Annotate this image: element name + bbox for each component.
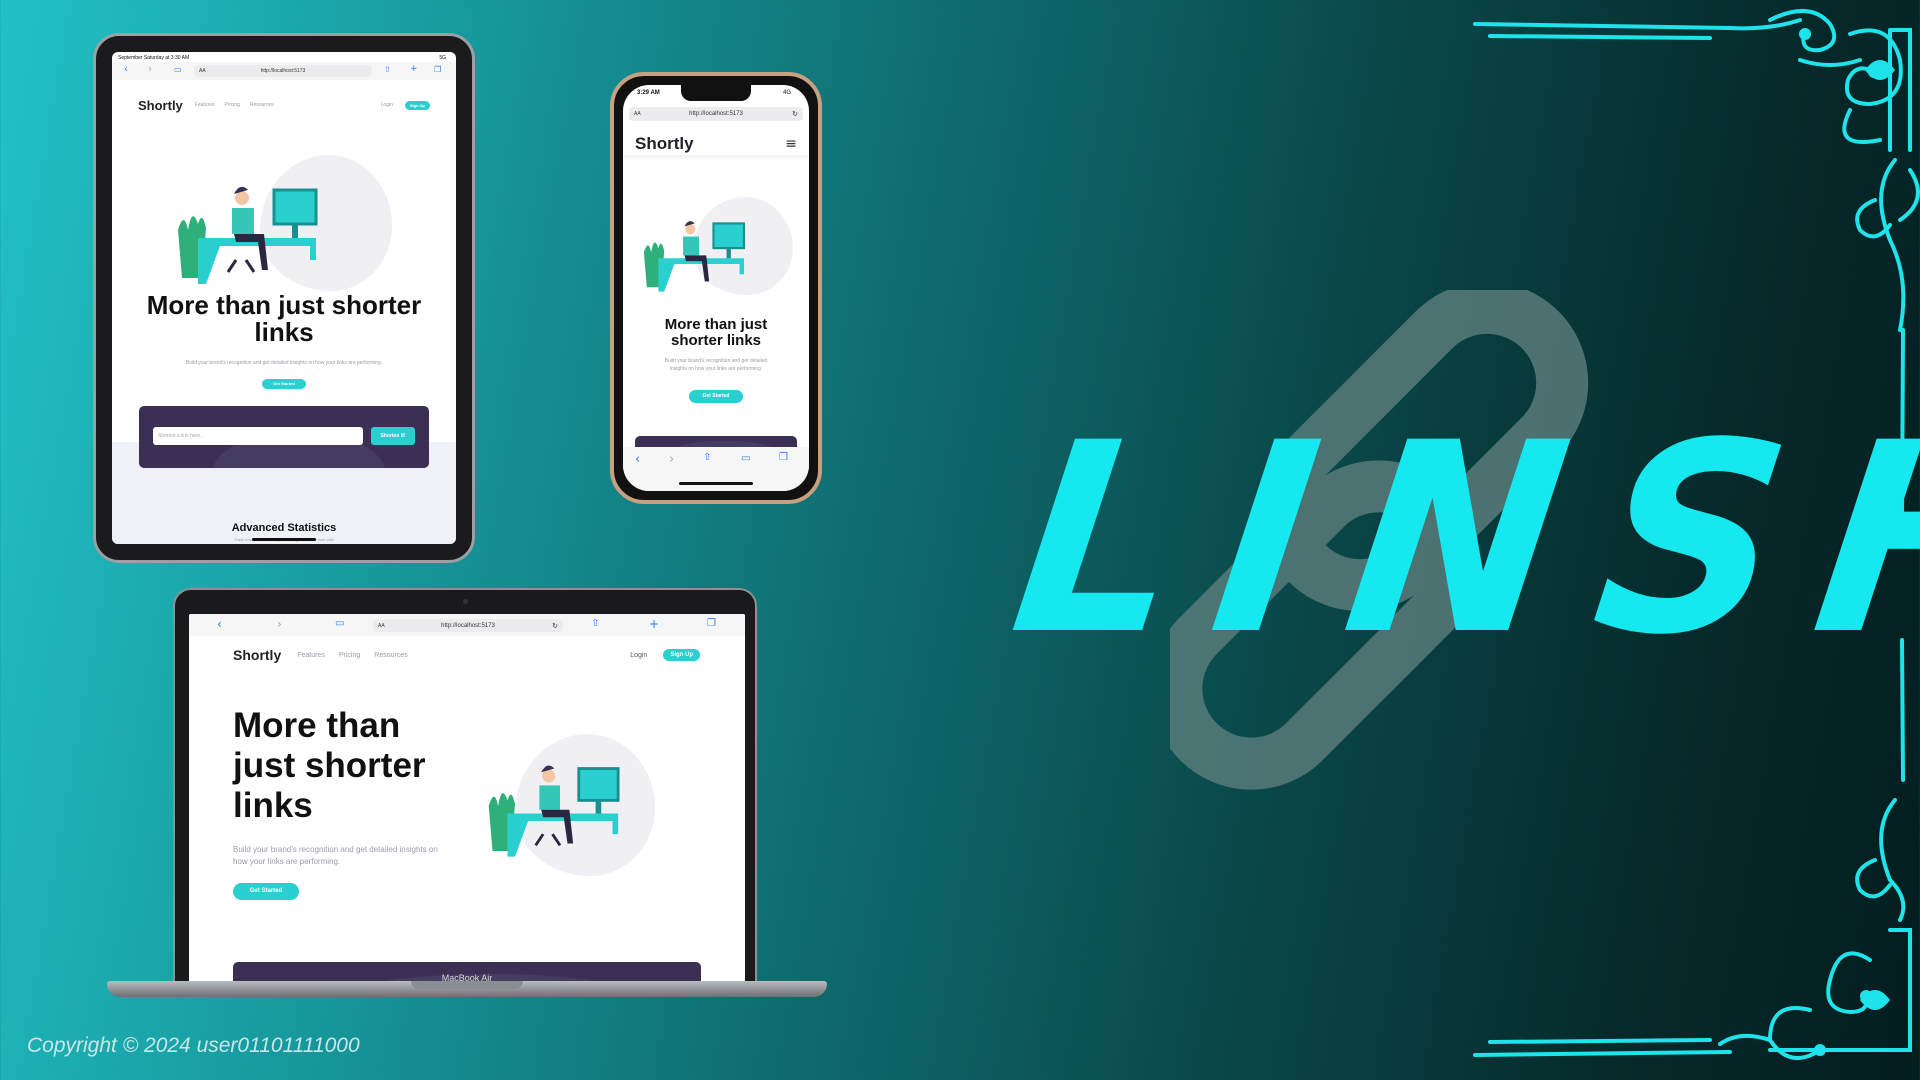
hero-description-line2: insights on how your links are performin… bbox=[669, 366, 763, 372]
hero-illustration bbox=[178, 186, 318, 284]
hero-description: Build your brand's recognition and get d… bbox=[631, 357, 801, 373]
url-text: http://localhost:5173 bbox=[260, 68, 306, 74]
url-text: http://localhost:5173 bbox=[441, 622, 495, 629]
shorten-panel: Shorten a link here... Shorten It! bbox=[139, 406, 429, 468]
signup-button[interactable]: Sign Up bbox=[404, 100, 430, 110]
back-icon[interactable]: ‹ bbox=[217, 618, 222, 630]
shorten-input[interactable]: Shorten a link here... bbox=[153, 427, 363, 445]
new-tab-icon[interactable]: + bbox=[649, 618, 659, 630]
laptop-screen: ‹ › ▭ AA http://localhost:5173 ↻ ⇧ + ❐ S… bbox=[189, 614, 745, 984]
back-icon[interactable]: ‹ bbox=[124, 65, 128, 75]
text-size-label: AA bbox=[634, 111, 641, 117]
nav-pricing[interactable]: Pricing bbox=[339, 652, 360, 659]
tablet-device: September Saturday at 3:30 AM 5G ‹ › ▭ A… bbox=[93, 33, 475, 563]
laptop-lid: ‹ › ▭ AA http://localhost:5173 ↻ ⇧ + ❐ S… bbox=[173, 588, 757, 988]
laptop-model-label: MacBook Air bbox=[441, 973, 493, 983]
nav-resources[interactable]: Resources bbox=[250, 102, 274, 108]
hero-description-line1: Build your brand's recognition and get d… bbox=[233, 845, 438, 854]
share-icon[interactable]: ⇧ bbox=[703, 453, 711, 463]
hamburger-menu-icon[interactable]: ≡ bbox=[785, 136, 797, 152]
status-network: 4G bbox=[782, 90, 791, 96]
get-started-button[interactable]: Get Started bbox=[689, 390, 743, 403]
nav-resources[interactable]: Resources bbox=[374, 652, 407, 659]
browser-toolbar: ‹ › ▭ AA http://localhost:5173 ⇧ + ❐ bbox=[112, 62, 456, 80]
hero-description: Build your brand's recognition and get d… bbox=[185, 360, 383, 366]
site-header: Shortly ≡ bbox=[623, 133, 809, 155]
tablet-screen: September Saturday at 3:30 AM 5G ‹ › ▭ A… bbox=[112, 52, 456, 544]
share-icon[interactable]: ⇧ bbox=[591, 619, 599, 629]
camera bbox=[463, 599, 468, 604]
hero-headline-line2: links bbox=[254, 317, 314, 347]
laptop-device: ‹ › ▭ AA http://localhost:5173 ↻ ⇧ + ❐ S… bbox=[107, 588, 827, 1003]
nav-features[interactable]: Features bbox=[195, 102, 215, 108]
home-indicator bbox=[252, 538, 316, 541]
hero-headline-line3: links bbox=[233, 786, 313, 825]
site-logo[interactable]: Shortly bbox=[233, 647, 281, 663]
reload-icon[interactable]: ↻ bbox=[552, 622, 558, 630]
browser-bottom-bar: ‹ › ⇧ ▭ ❐ bbox=[623, 447, 809, 491]
hero-description-line1: Build your brand's recognition and get d… bbox=[664, 358, 768, 364]
book-icon[interactable]: ▭ bbox=[741, 454, 750, 464]
status-time: September Saturday at 3:30 AM bbox=[118, 55, 190, 61]
hero-headline-line2: just shorter bbox=[233, 746, 426, 785]
get-started-button[interactable]: Get Started bbox=[262, 379, 306, 389]
nav-pricing[interactable]: Pricing bbox=[225, 102, 240, 108]
hero-headline: More than just shorter links bbox=[623, 317, 809, 349]
address-bar[interactable]: AA http://localhost:5173 ↻ bbox=[629, 107, 803, 121]
nav-features[interactable]: Features bbox=[297, 652, 325, 659]
hero-headline-line1: More than just shorter bbox=[146, 290, 422, 320]
site-logo[interactable]: Shortly bbox=[138, 98, 183, 113]
copyright-text: Copyright © 2024 user01101111000 bbox=[27, 1034, 360, 1057]
site-header: Shortly Features Pricing Resources Login… bbox=[112, 97, 456, 113]
back-icon[interactable]: ‹ bbox=[635, 453, 640, 466]
site-logo[interactable]: Shortly bbox=[635, 134, 694, 154]
book-icon[interactable]: ▭ bbox=[174, 66, 182, 74]
brand-title: LINSH bbox=[998, 386, 1920, 692]
get-started-button[interactable]: Get Started bbox=[233, 883, 299, 900]
hero-headline-line1: More than just bbox=[664, 316, 768, 333]
text-size-label: AA bbox=[199, 68, 206, 74]
hero-description-line2: how your links are performing. bbox=[233, 857, 341, 866]
address-bar[interactable]: AA http://localhost:5173 bbox=[194, 65, 372, 77]
status-time: 3:29 AM bbox=[637, 90, 660, 96]
new-tab-icon[interactable]: + bbox=[410, 65, 418, 74]
home-indicator bbox=[679, 482, 753, 485]
login-link[interactable]: Login bbox=[381, 102, 393, 108]
tabs-icon[interactable]: ❐ bbox=[779, 453, 788, 463]
hero-headline: More than just shorter links bbox=[233, 706, 426, 826]
phone-notch bbox=[681, 85, 751, 101]
status-network: 5G bbox=[439, 55, 446, 61]
share-icon[interactable]: ⇧ bbox=[384, 66, 391, 74]
forward-icon[interactable]: › bbox=[148, 65, 152, 75]
tabs-icon[interactable]: ❐ bbox=[707, 619, 716, 629]
book-icon[interactable]: ▭ bbox=[335, 619, 344, 629]
phone-device: 3:29 AM 4G AA http://localhost:5173 ↻ Sh… bbox=[610, 72, 822, 504]
address-bar[interactable]: AA http://localhost:5173 ↻ bbox=[373, 619, 563, 632]
text-size-label: AA bbox=[378, 622, 385, 629]
tabs-icon[interactable]: ❐ bbox=[434, 66, 441, 74]
login-link[interactable]: Login bbox=[630, 652, 647, 659]
stats-heading: Advanced Statistics bbox=[231, 522, 337, 534]
browser-toolbar: ‹ › ▭ AA http://localhost:5173 ↻ ⇧ + ❐ bbox=[189, 614, 745, 636]
signup-button[interactable]: Sign Up bbox=[663, 649, 700, 661]
reload-icon[interactable]: ↻ bbox=[792, 110, 798, 118]
phone-screen: 3:29 AM 4G AA http://localhost:5173 ↻ Sh… bbox=[623, 85, 809, 491]
hero-illustration bbox=[643, 221, 746, 292]
url-text: http://localhost:5173 bbox=[689, 111, 743, 117]
shorten-button[interactable]: Shorten It! bbox=[371, 427, 415, 445]
forward-icon[interactable]: › bbox=[277, 618, 282, 630]
site-header: Shortly Features Pricing Resources Login… bbox=[189, 644, 745, 666]
forward-icon[interactable]: › bbox=[669, 453, 674, 466]
hero-illustration bbox=[488, 765, 620, 857]
hero-headline-line1: More than bbox=[233, 706, 401, 745]
hero-description: Build your brand's recognition and get d… bbox=[233, 844, 438, 868]
hero-headline: More than just shorter links bbox=[112, 292, 456, 346]
hero-headline-line2: shorter links bbox=[670, 332, 762, 349]
